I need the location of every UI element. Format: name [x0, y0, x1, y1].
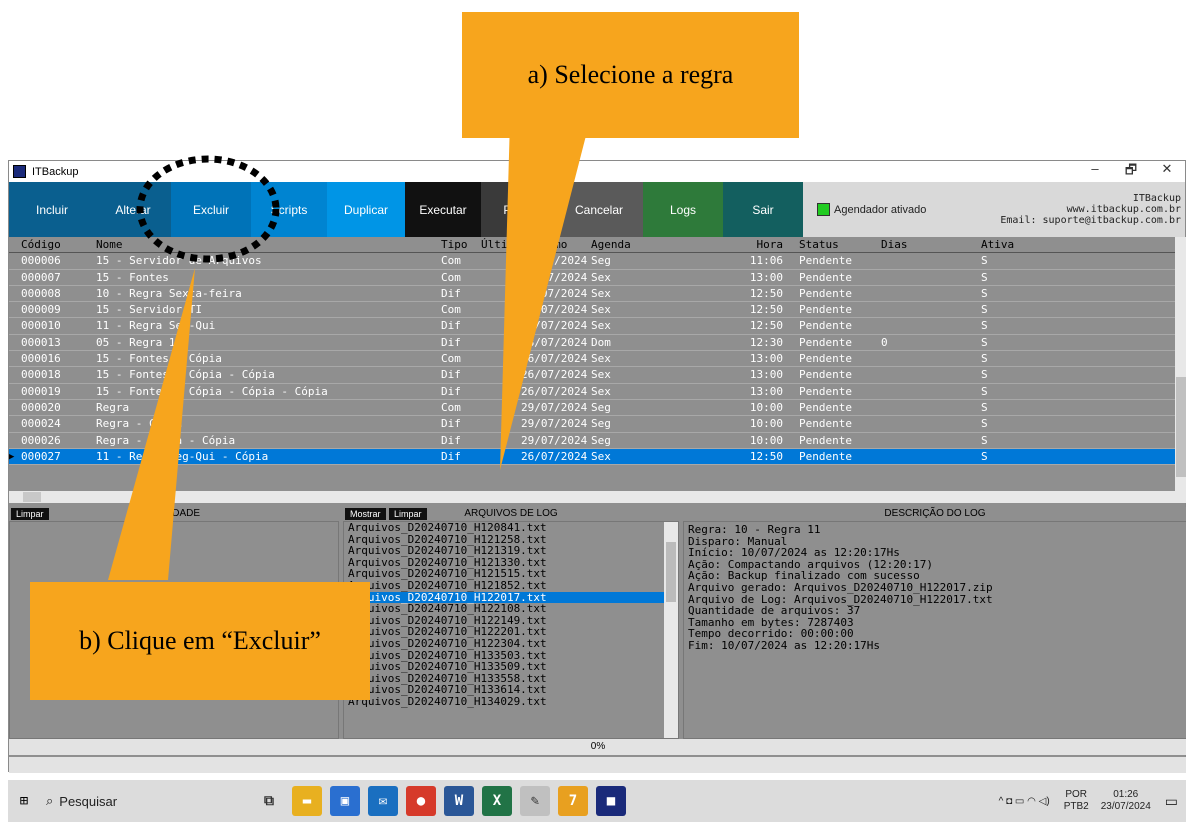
language-indicator[interactable]: POR PTB2: [1064, 789, 1089, 813]
itbackup-taskbar-icon[interactable]: ■: [596, 786, 626, 816]
taskbar-apps: ⧉ ▬ ▣ ✉ ● W X ✎ 7 ■: [250, 786, 630, 816]
excel-icon[interactable]: X: [482, 786, 512, 816]
file-explorer-icon[interactable]: ▬: [292, 786, 322, 816]
windows-start-icon[interactable]: ⊞: [8, 780, 40, 822]
tray-icons[interactable]: ^ ◘ ▭ ◠ ◁): [999, 796, 1050, 807]
clock[interactable]: 01:26 23/07/2024: [1101, 789, 1151, 813]
task-view-icon[interactable]: ⧉: [254, 786, 284, 816]
taskbar-search[interactable]: ⌕ Pesquisar: [40, 793, 250, 809]
callout-b: b) Clique em “Excluir”: [30, 582, 370, 700]
word-icon[interactable]: W: [444, 786, 474, 816]
7zip-icon[interactable]: 7: [558, 786, 588, 816]
callout-a: a) Selecione a regra: [462, 12, 799, 138]
clock-date: 23/07/2024: [1100, 801, 1151, 812]
callout-a-pointer: [500, 120, 590, 470]
keyboard-layout: PTB2: [1063, 801, 1089, 812]
store-icon[interactable]: ▣: [330, 786, 360, 816]
notification-icon[interactable]: ▭: [1165, 793, 1178, 810]
search-icon: ⌕: [46, 793, 54, 808]
mail-icon[interactable]: ✉: [368, 786, 398, 816]
callout-b-text: b) Clique em “Excluir”: [79, 626, 321, 655]
excluir-highlight-circle: [136, 155, 280, 263]
chrome-icon[interactable]: ●: [406, 786, 436, 816]
search-placeholder: Pesquisar: [59, 793, 118, 809]
paint-icon[interactable]: ✎: [520, 786, 550, 816]
callout-b-pointer: [108, 268, 195, 580]
language-code: POR: [1065, 789, 1088, 800]
clock-time: 01:26: [1113, 789, 1139, 800]
system-tray: ^ ◘ ▭ ◠ ◁) POR PTB2 01:26 23/07/2024 ▭: [999, 789, 1186, 813]
taskbar: ⊞ ⌕ Pesquisar ⧉ ▬ ▣ ✉ ● W X ✎ 7 ■ ^ ◘ ▭ ◠ ◁) POR …: [8, 780, 1186, 822]
callout-a-text: a) Selecione a regra: [527, 60, 734, 89]
